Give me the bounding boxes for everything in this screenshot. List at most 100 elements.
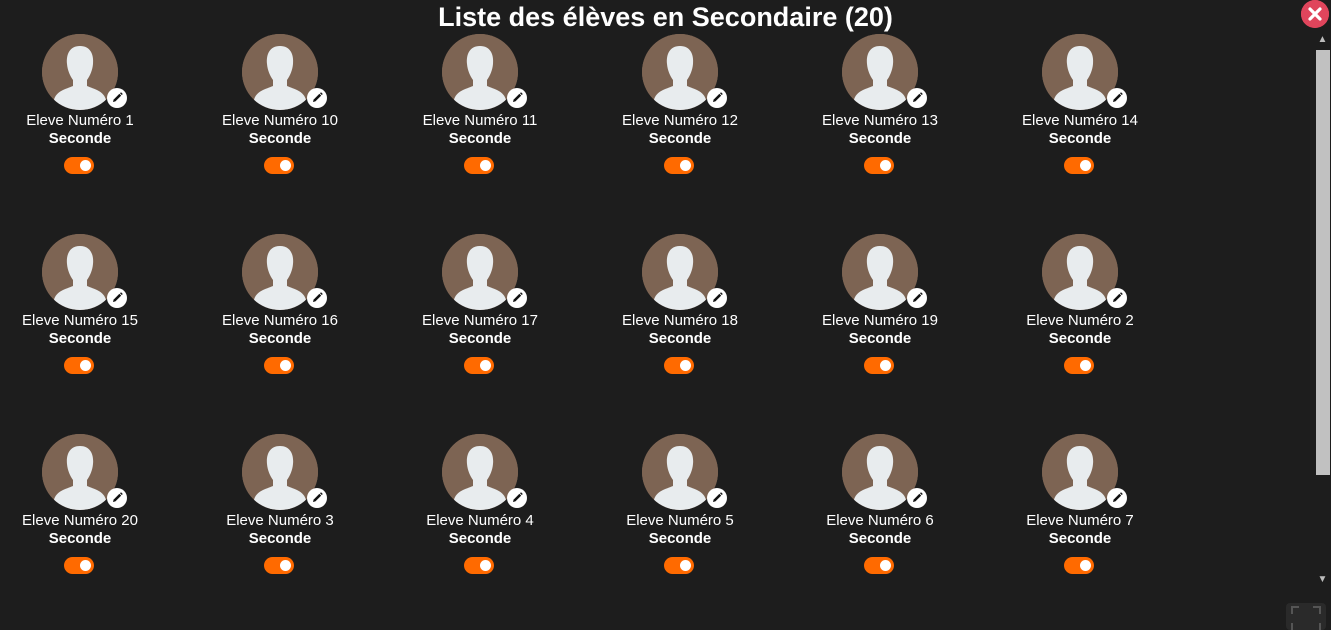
student-card: Eleve Numéro 4 Seconde: [390, 434, 590, 630]
student-name: Eleve Numéro 3: [226, 512, 334, 529]
toggle-knob: [680, 360, 691, 371]
toggle-knob: [880, 360, 891, 371]
student-name: Eleve Numéro 11: [422, 112, 538, 129]
student-name: Eleve Numéro 7: [1026, 512, 1134, 529]
scroll-up-icon[interactable]: ▲: [1314, 32, 1331, 48]
toggle-knob: [1080, 560, 1091, 571]
active-toggle[interactable]: [864, 557, 894, 574]
student-name: Eleve Numéro 18: [622, 312, 738, 329]
edit-button[interactable]: [1107, 288, 1127, 308]
student-level: Seconde: [448, 330, 512, 347]
edit-button[interactable]: [307, 88, 327, 108]
edit-button[interactable]: [107, 88, 127, 108]
edit-button[interactable]: [107, 488, 127, 508]
student-grid: Eleve Numéro 1 Seconde Eleve Numéro 10 S…: [0, 34, 1290, 630]
edit-button[interactable]: [307, 288, 327, 308]
active-toggle[interactable]: [864, 157, 894, 174]
toggle-knob: [1080, 360, 1091, 371]
edit-button[interactable]: [907, 488, 927, 508]
pencil-icon: [313, 92, 323, 102]
student-card: Eleve Numéro 13 Seconde: [790, 34, 990, 234]
student-name: Eleve Numéro 10: [222, 112, 338, 129]
student-level: Seconde: [248, 530, 312, 547]
scroll-down-icon[interactable]: ▼: [1314, 572, 1331, 588]
active-toggle[interactable]: [264, 357, 294, 374]
student-name: Eleve Numéro 14: [1022, 112, 1138, 129]
edit-button[interactable]: [107, 288, 127, 308]
active-toggle[interactable]: [864, 357, 894, 374]
toggle-knob: [80, 560, 91, 571]
edit-button[interactable]: [307, 488, 327, 508]
active-toggle[interactable]: [264, 557, 294, 574]
pencil-icon: [313, 492, 323, 502]
edit-button[interactable]: [507, 288, 527, 308]
edit-button[interactable]: [1107, 88, 1127, 108]
toggle-knob: [280, 160, 291, 171]
toggle-knob: [880, 160, 891, 171]
student-level: Seconde: [248, 330, 312, 347]
student-list-modal: Liste des élèves en Secondaire (20) Elev…: [0, 0, 1331, 630]
close-button[interactable]: [1301, 0, 1329, 28]
student-card: Eleve Numéro 5 Seconde: [590, 434, 790, 630]
scrollbar[interactable]: ▲ ▼: [1314, 32, 1331, 604]
student-card: Eleve Numéro 3 Seconde: [190, 434, 390, 630]
active-toggle[interactable]: [1064, 557, 1094, 574]
pencil-icon: [113, 92, 123, 102]
active-toggle[interactable]: [264, 157, 294, 174]
edit-button[interactable]: [507, 488, 527, 508]
modal-title: Liste des élèves en Secondaire (20): [438, 2, 893, 32]
active-toggle[interactable]: [464, 157, 494, 174]
pencil-icon: [1113, 492, 1123, 502]
student-name: Eleve Numéro 12: [622, 112, 738, 129]
pencil-icon: [513, 492, 523, 502]
active-toggle[interactable]: [64, 157, 94, 174]
pencil-icon: [113, 492, 123, 502]
active-toggle[interactable]: [1064, 157, 1094, 174]
edit-button[interactable]: [707, 88, 727, 108]
edit-button[interactable]: [707, 288, 727, 308]
active-toggle[interactable]: [464, 357, 494, 374]
student-card: Eleve Numéro 6 Seconde: [790, 434, 990, 630]
active-toggle[interactable]: [664, 157, 694, 174]
active-toggle[interactable]: [64, 357, 94, 374]
student-name: Eleve Numéro 17: [422, 312, 538, 329]
pencil-icon: [713, 492, 723, 502]
student-name: Eleve Numéro 20: [22, 512, 138, 529]
active-toggle[interactable]: [464, 557, 494, 574]
active-toggle[interactable]: [664, 357, 694, 374]
student-level: Seconde: [1048, 130, 1112, 147]
edit-button[interactable]: [707, 488, 727, 508]
active-toggle[interactable]: [64, 557, 94, 574]
student-level: Seconde: [848, 130, 912, 147]
student-level: Seconde: [648, 530, 712, 547]
toggle-knob: [280, 560, 291, 571]
edit-button[interactable]: [907, 288, 927, 308]
toggle-knob: [680, 560, 691, 571]
scroll-thumb[interactable]: [1316, 50, 1330, 475]
toggle-knob: [480, 160, 491, 171]
edit-button[interactable]: [1107, 488, 1127, 508]
active-toggle[interactable]: [1064, 357, 1094, 374]
pencil-icon: [913, 492, 923, 502]
student-level: Seconde: [848, 530, 912, 547]
pencil-icon: [713, 292, 723, 302]
edit-button[interactable]: [907, 88, 927, 108]
student-card: Eleve Numéro 2 Seconde: [990, 234, 1190, 434]
toggle-knob: [480, 560, 491, 571]
student-level: Seconde: [48, 330, 112, 347]
fullscreen-button[interactable]: [1286, 603, 1326, 630]
student-card: Eleve Numéro 16 Seconde: [190, 234, 390, 434]
edit-button[interactable]: [507, 88, 527, 108]
student-card: Eleve Numéro 1 Seconde: [0, 34, 190, 234]
toggle-knob: [680, 160, 691, 171]
close-icon: [1301, 0, 1329, 28]
active-toggle[interactable]: [664, 557, 694, 574]
student-name: Eleve Numéro 16: [222, 312, 338, 329]
student-card: Eleve Numéro 20 Seconde: [0, 434, 190, 630]
toggle-knob: [80, 360, 91, 371]
pencil-icon: [113, 292, 123, 302]
student-level: Seconde: [48, 530, 112, 547]
pencil-icon: [313, 292, 323, 302]
student-level: Seconde: [1048, 530, 1112, 547]
pencil-icon: [913, 92, 923, 102]
